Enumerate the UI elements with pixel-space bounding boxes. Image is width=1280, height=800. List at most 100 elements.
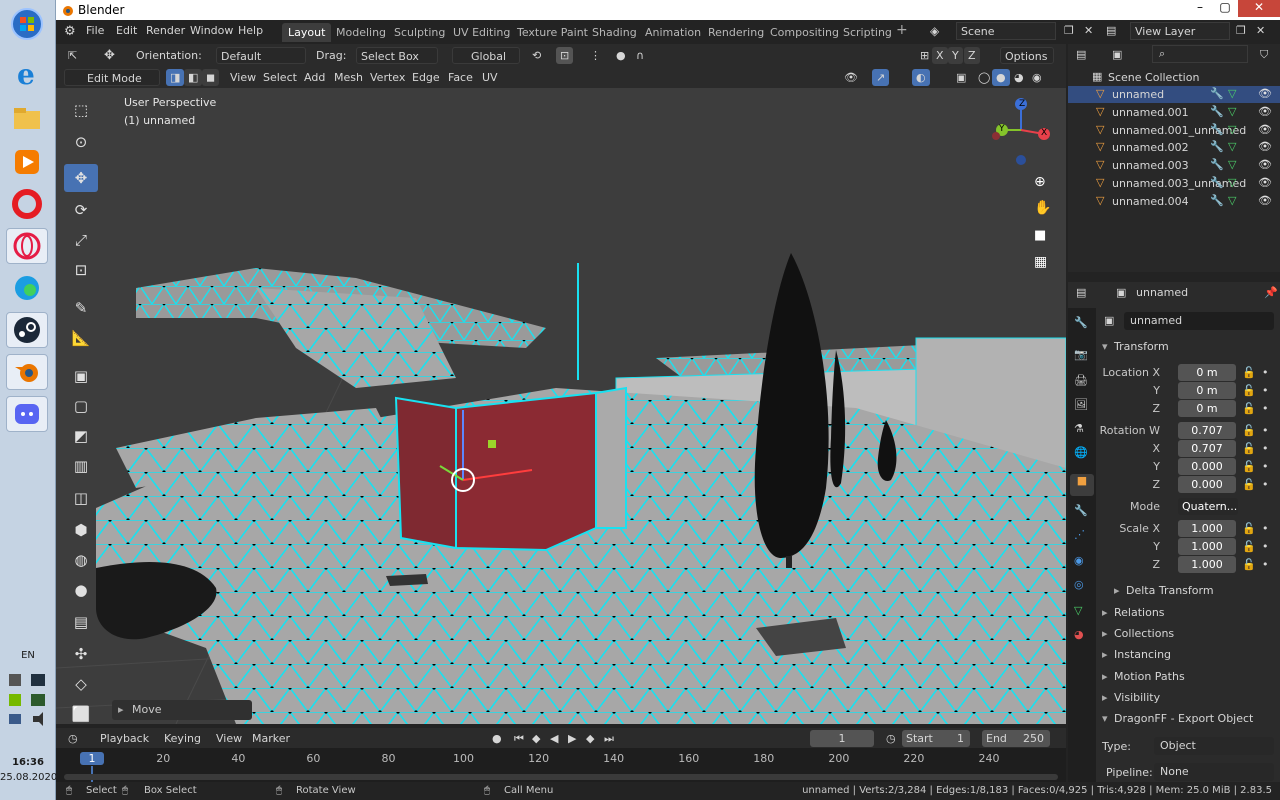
tab-shading[interactable]: Shading: [586, 23, 643, 42]
mesh-data-icon[interactable]: ▽: [1228, 87, 1236, 100]
record-icon[interactable]: ●: [488, 730, 506, 747]
start-frame-field[interactable]: Start 1: [902, 730, 970, 747]
play-reverse-icon[interactable]: ◀: [546, 730, 562, 747]
annotate-icon[interactable]: ✎: [64, 294, 98, 322]
playhead-frame[interactable]: 1: [80, 752, 104, 765]
start-orb-icon[interactable]: [6, 6, 48, 42]
scale-icon[interactable]: ⤢: [64, 226, 98, 254]
keyframe-dot-icon[interactable]: •: [1262, 478, 1269, 491]
measure-icon[interactable]: 📐: [64, 324, 98, 352]
jump-end-icon[interactable]: ⏭: [600, 730, 618, 747]
eye-icon[interactable]: 👁: [1258, 158, 1272, 171]
rip-icon[interactable]: ⬜: [64, 700, 98, 728]
face-select-icon[interactable]: ◼: [202, 69, 220, 86]
rotation-x-field[interactable]: 0.707: [1178, 440, 1236, 457]
lock-icon[interactable]: 🔓: [1242, 424, 1256, 437]
tab-uv-editing[interactable]: UV Editing: [447, 23, 516, 42]
modifier-wrench-icon[interactable]: 🔧: [1210, 140, 1224, 153]
media-player-icon[interactable]: [6, 144, 48, 180]
vertex-select-icon[interactable]: ◨: [166, 69, 185, 86]
tab-rendering[interactable]: Rendering: [702, 23, 770, 42]
location-y-field[interactable]: 0 m: [1178, 382, 1236, 399]
rotation-mode-dropdown[interactable]: Quatern...: [1178, 498, 1238, 515]
keyframe-dot-icon[interactable]: •: [1262, 366, 1269, 379]
lock-icon[interactable]: 🔓: [1242, 540, 1256, 553]
spin-icon[interactable]: ◍: [64, 546, 98, 574]
xray-icon[interactable]: ▣: [952, 69, 970, 86]
gizmo-toggle-icon[interactable]: ↗: [872, 69, 890, 86]
edge-icon[interactable]: [6, 270, 48, 306]
tab-layout[interactable]: Layout: [282, 23, 332, 42]
inset-icon[interactable]: ▢: [64, 392, 98, 420]
gizmo-z-label[interactable]: Z: [1019, 99, 1025, 109]
eye-icon[interactable]: 👁: [1258, 194, 1272, 207]
pivot-icon[interactable]: ⟲: [528, 47, 545, 64]
play-icon[interactable]: ▶: [564, 730, 580, 747]
outliner-editor-icon[interactable]: ▤: [1076, 48, 1086, 61]
material-tab-icon[interactable]: ◕: [1074, 628, 1084, 641]
shading-solid-icon[interactable]: ●: [992, 69, 1010, 86]
section-visibility[interactable]: Visibility: [1114, 691, 1160, 704]
transform-icon[interactable]: ⊡: [64, 256, 98, 284]
pan-hand-icon[interactable]: ✋: [1034, 200, 1051, 216]
discord-icon[interactable]: [6, 396, 48, 432]
tab-animation[interactable]: Animation: [639, 23, 707, 42]
cursor-icon[interactable]: ⊙: [64, 128, 98, 156]
smooth-icon[interactable]: ●: [64, 576, 98, 604]
section-dragonff-export[interactable]: DragonFF - Export Object: [1114, 712, 1253, 725]
add-workspace-icon[interactable]: +: [896, 22, 908, 38]
menu-uv[interactable]: UV: [478, 69, 502, 86]
visibility-icon[interactable]: 👁: [840, 69, 862, 86]
eye-icon[interactable]: 👁: [1258, 87, 1272, 100]
shading-material-icon[interactable]: ◕: [1010, 69, 1028, 86]
scene-icon[interactable]: ◈: [930, 24, 939, 38]
outliner-item[interactable]: ▽ unnamed.003_unnamed 🔧 ▽ 👁: [1068, 175, 1280, 192]
delete-view-layer-icon[interactable]: ✕: [1256, 24, 1265, 37]
outliner-item[interactable]: ▽ unnamed.001 🔧 ▽ 👁: [1068, 104, 1280, 121]
move-icon[interactable]: ✥: [64, 164, 98, 192]
mesh-data-icon[interactable]: ▽: [1228, 105, 1236, 118]
extrude-icon[interactable]: ▣: [64, 362, 98, 390]
modifier-wrench-icon[interactable]: 🔧: [1210, 123, 1224, 136]
menu-face[interactable]: Face: [444, 69, 477, 86]
delete-scene-icon[interactable]: ✕: [1084, 24, 1093, 37]
new-scene-icon[interactable]: ❐: [1064, 24, 1074, 37]
eye-icon[interactable]: 👁: [1258, 140, 1272, 153]
menu-mesh[interactable]: Mesh: [330, 69, 367, 86]
menu-window[interactable]: Window: [190, 24, 233, 37]
clock-icon[interactable]: ◷: [882, 730, 900, 747]
keyframe-dot-icon[interactable]: •: [1262, 522, 1269, 535]
section-instancing[interactable]: Instancing: [1114, 648, 1171, 661]
modifier-wrench-icon[interactable]: 🔧: [1210, 105, 1224, 118]
select-box-icon[interactable]: ⬚: [64, 96, 98, 124]
transform-orientation-dropdown[interactable]: Global: [452, 47, 520, 64]
lock-icon[interactable]: 🔓: [1242, 558, 1256, 571]
eye-icon[interactable]: 👁: [1258, 123, 1272, 136]
menu-render[interactable]: Render: [146, 24, 185, 37]
menu-marker[interactable]: Marker: [248, 730, 294, 747]
constraints-tab-icon[interactable]: ◎: [1074, 578, 1084, 591]
camera-icon[interactable]: ■: [1034, 228, 1046, 243]
section-relations[interactable]: Relations: [1114, 606, 1165, 619]
outliner-search-input[interactable]: ⌕: [1152, 45, 1248, 63]
outliner-item[interactable]: ▽ unnamed 🔧 ▽ 👁: [1068, 86, 1280, 103]
snap-target-icon[interactable]: ⋮: [586, 47, 605, 64]
properties-editor-icon[interactable]: ▤: [1076, 286, 1086, 299]
poly-build-icon[interactable]: ⬢: [64, 516, 98, 544]
rotation-z-field[interactable]: 0.000: [1178, 476, 1236, 493]
eye-icon[interactable]: 👁: [1258, 176, 1272, 189]
render-tab-icon[interactable]: 📷: [1074, 348, 1088, 361]
outliner-item[interactable]: ▽ unnamed.003 🔧 ▽ 👁: [1068, 157, 1280, 174]
axis-y-toggle[interactable]: Y: [948, 47, 963, 64]
current-frame-field[interactable]: 1: [810, 730, 874, 747]
menu-vertex[interactable]: Vertex: [366, 69, 409, 86]
options-dropdown[interactable]: Options: [1000, 47, 1054, 64]
keyframe-dot-icon[interactable]: •: [1262, 402, 1269, 415]
file-explorer-icon[interactable]: [6, 100, 48, 136]
blender-taskbar-icon[interactable]: [6, 354, 48, 390]
tool-icon[interactable]: ⇱: [64, 47, 81, 64]
type-dropdown[interactable]: Object: [1154, 737, 1274, 755]
orientation-dropdown[interactable]: Default: [216, 47, 306, 64]
menu-select[interactable]: Select: [259, 69, 301, 86]
last-operator-panel[interactable]: ▸ Move: [112, 700, 252, 720]
